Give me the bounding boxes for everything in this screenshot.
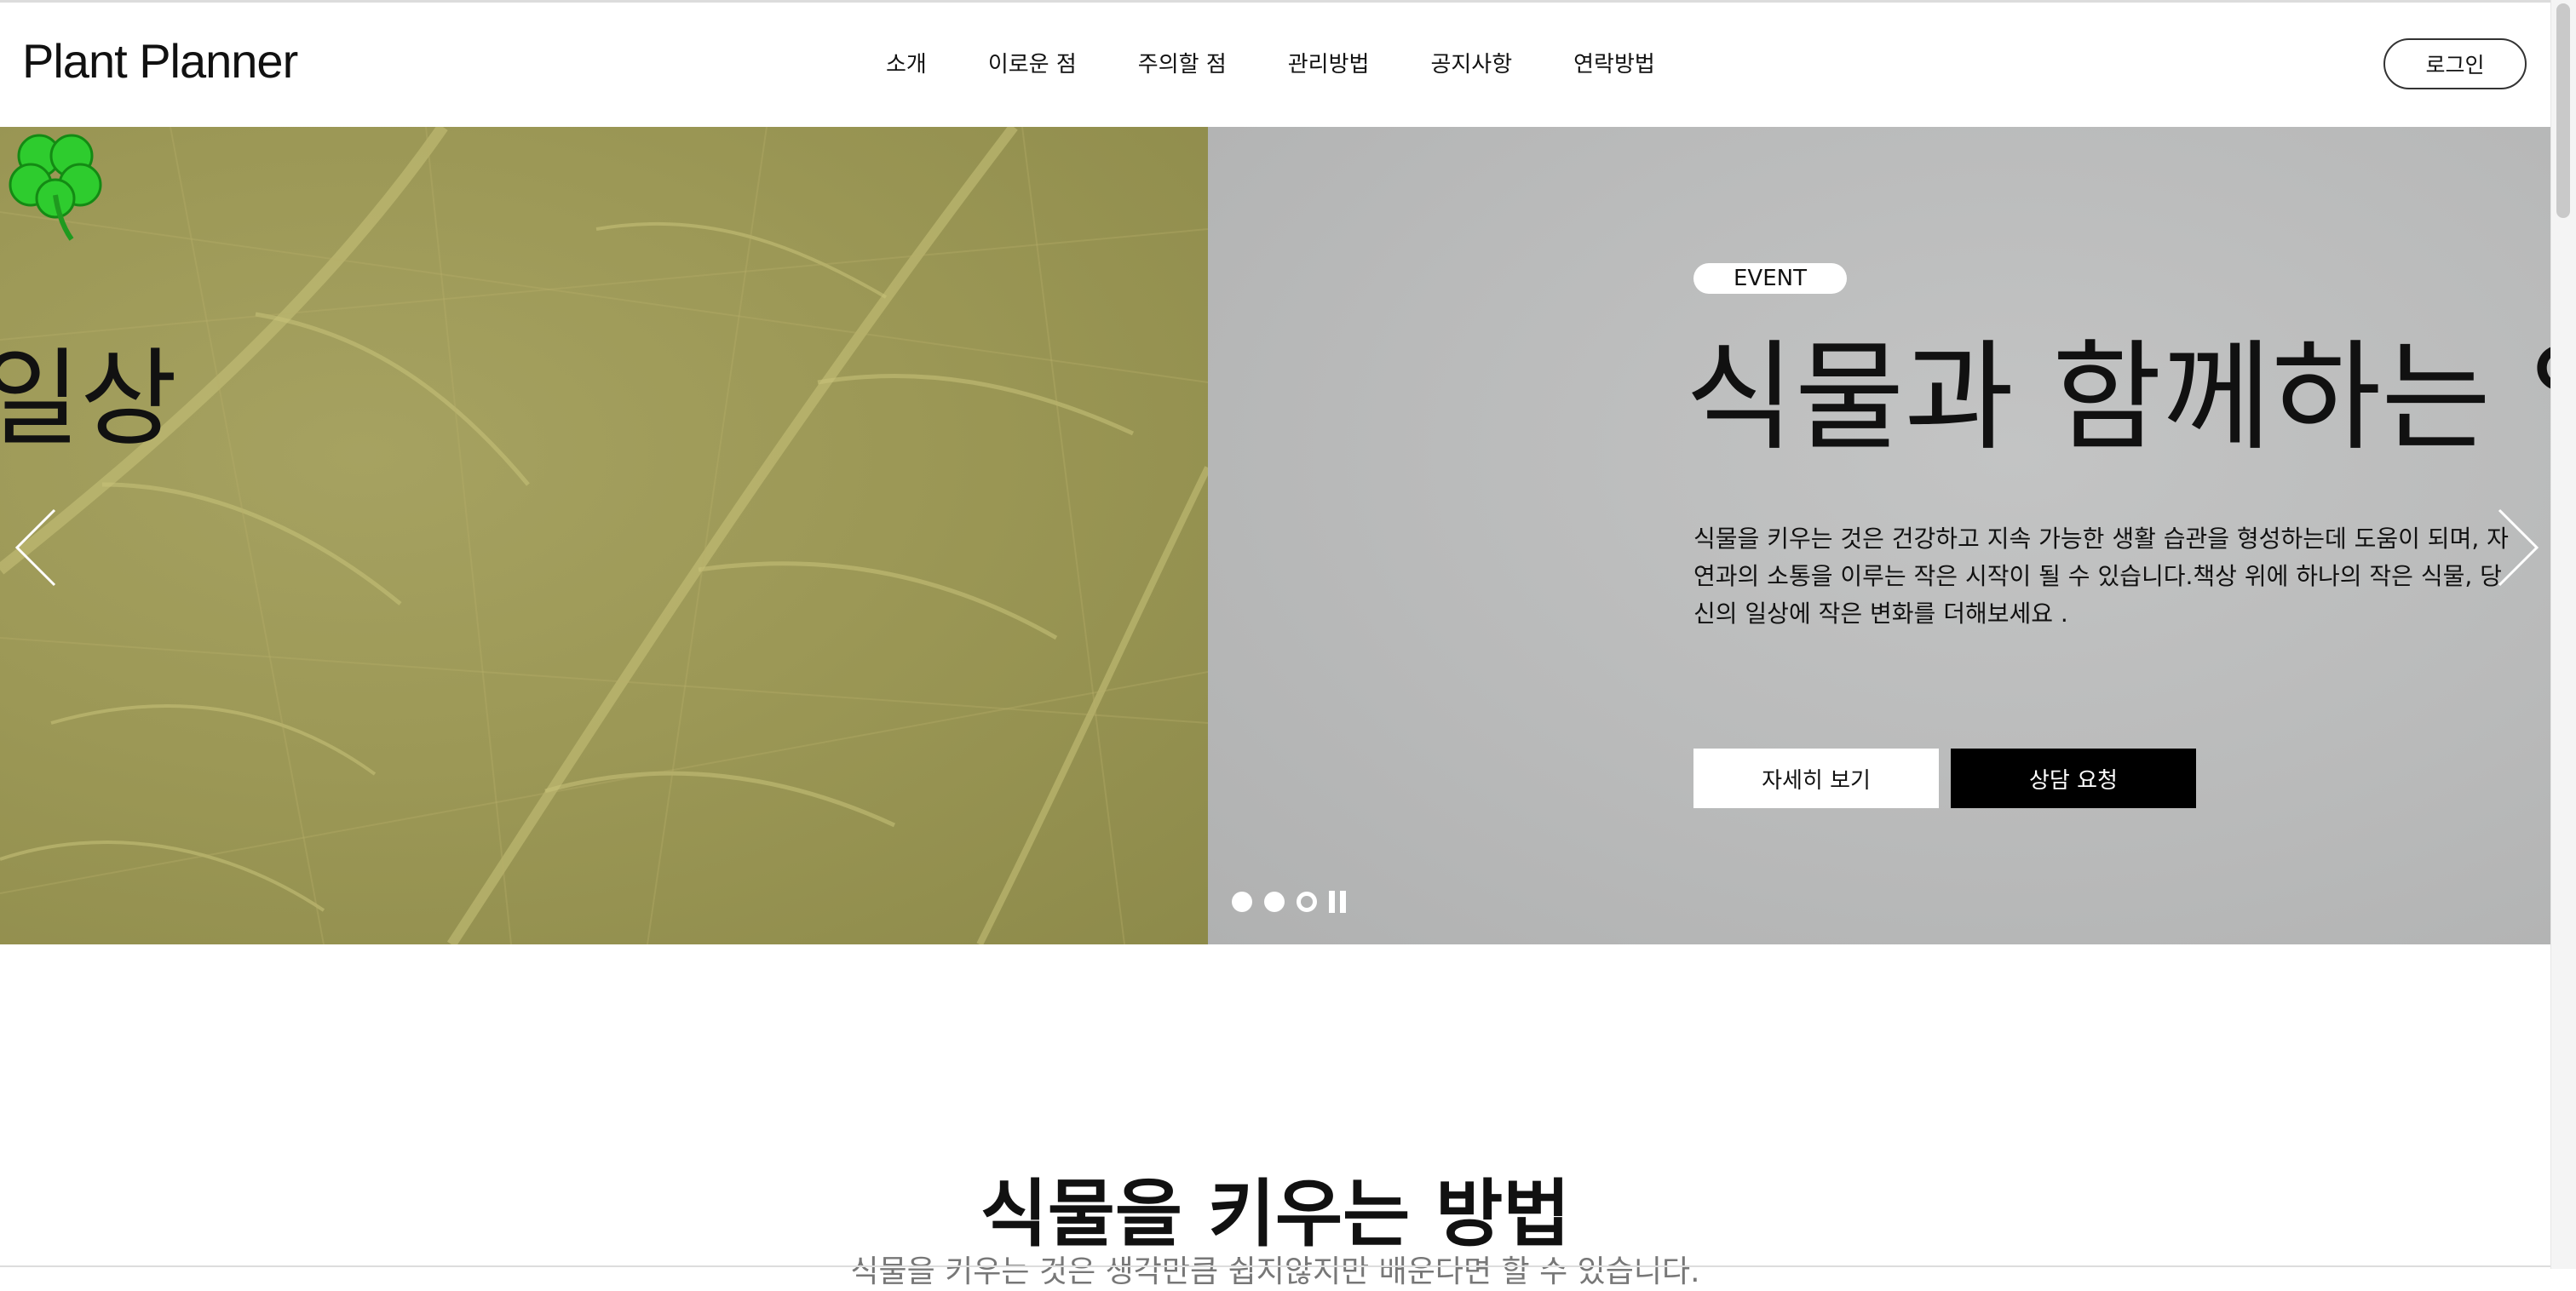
hero-carousel: 일상 EVENT 식물과 함께하는 일 식물을 키우는 것은 건강하고 지속 가… [0,127,2550,944]
hero-title: 식물과 함께하는 일 [1685,329,2550,468]
carousel-dot-2[interactable] [1264,892,1285,912]
site-header: Plant Planner 소개 이로운 점 주의할 점 관리방법 공지사항 연… [0,3,2550,127]
nav-item-benefits[interactable]: 이로운 점 [988,47,1077,78]
pause-icon[interactable] [1329,891,1346,913]
nav-item-notices[interactable]: 공지사항 [1430,47,1512,78]
event-badge: EVENT [1693,263,1847,294]
site-logo[interactable]: Plant Planner [22,33,298,89]
hero-description: 식물을 키우는 것은 건강하고 지속 가능한 생활 습관을 형성하는데 도움이 … [1693,525,2509,628]
carousel-pagination [1232,891,1346,913]
nav-item-cautions[interactable]: 주의할 점 [1138,47,1227,78]
chevron-right-icon[interactable] [2494,507,2542,588]
viewport-bottom-edge [0,1265,2550,1267]
leaf-vein-texture [0,127,1208,944]
view-details-button[interactable]: 자세히 보기 [1693,749,1939,808]
nav-item-contact[interactable]: 연락방법 [1573,47,1655,78]
nav-item-care[interactable]: 관리방법 [1288,47,1370,78]
main-nav: 소개 이로운 점 주의할 점 관리방법 공지사항 연락방법 [886,47,1655,78]
consult-request-button[interactable]: 상담 요청 [1951,749,2196,808]
page-scrollbar[interactable] [2550,0,2576,1269]
login-button[interactable]: 로그인 [2383,38,2527,89]
section-title: 식물을 키우는 방법 [980,1172,1571,1258]
nav-item-intro[interactable]: 소개 [886,47,927,78]
previous-slide-title: 일상 [0,338,178,461]
carousel-dot-1[interactable] [1232,892,1252,912]
clover-icon [9,134,102,241]
section-subtitle: 식물을 키우는 것은 생각만큼 쉽지않지만 배운다면 할 수 있습니다. [850,1254,1700,1289]
carousel-dot-3-active[interactable] [1297,892,1317,912]
chevron-left-icon[interactable] [12,507,60,588]
scrollbar-thumb[interactable] [2556,3,2570,218]
hero-slide-previous: 일상 [0,127,1208,944]
